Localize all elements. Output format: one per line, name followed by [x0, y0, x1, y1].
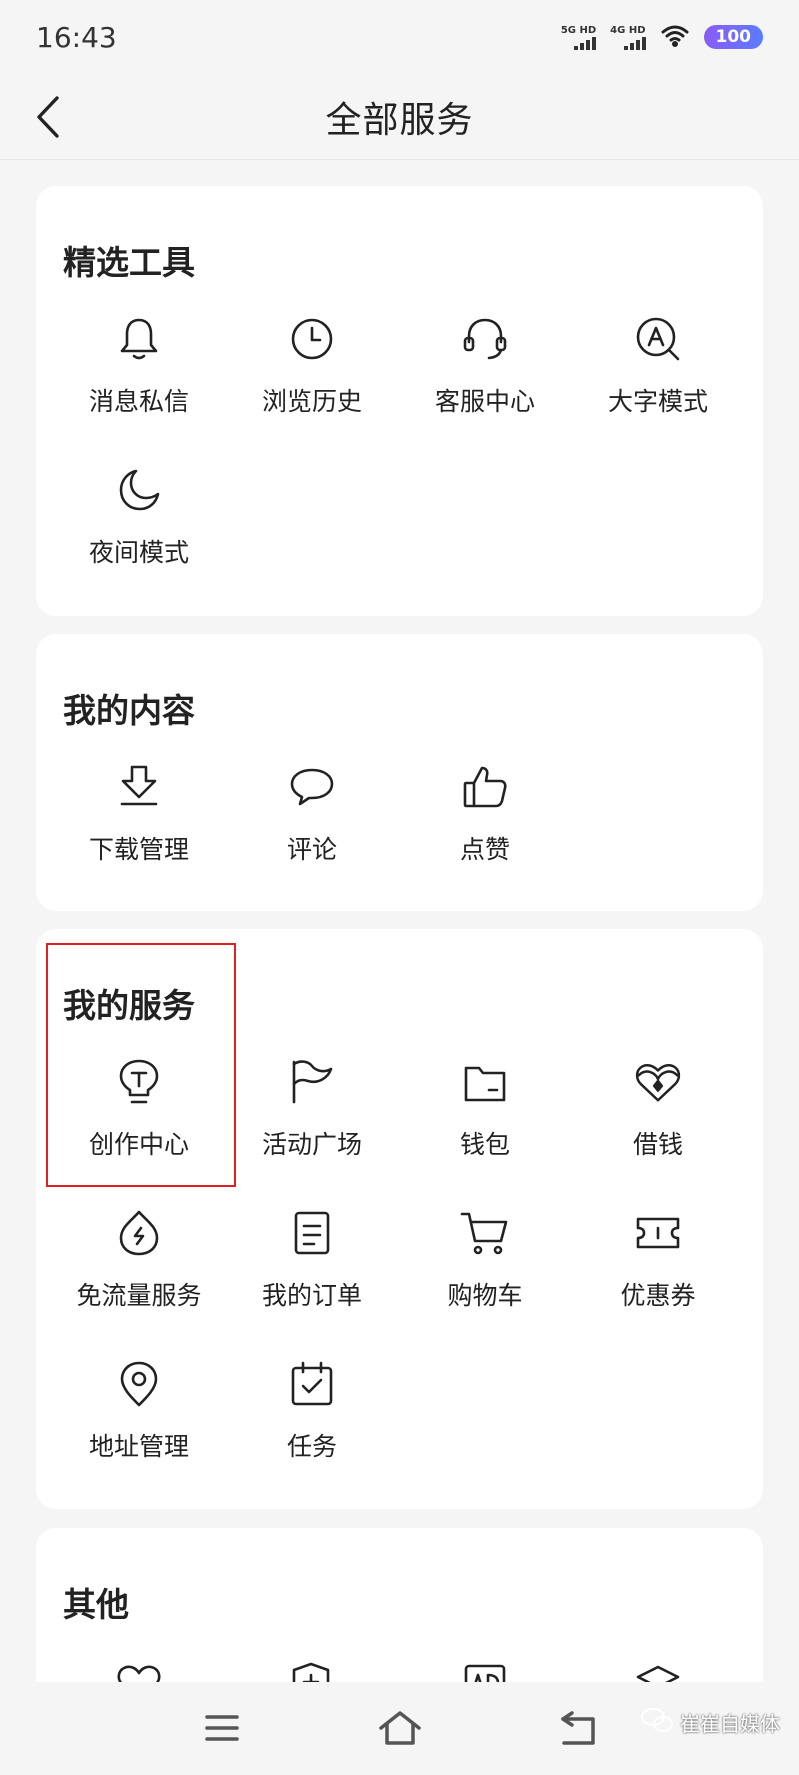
service-label: 地址管理	[88, 1432, 189, 1461]
service-item-history[interactable]: 浏览历史	[227, 314, 397, 434]
service-label: 活动广场	[261, 1130, 362, 1159]
wifi-icon	[660, 23, 690, 51]
content-card: 我的内容 下载管理 评论 点赞	[36, 634, 763, 911]
service-label: 购物车	[447, 1281, 523, 1310]
moon-icon	[114, 465, 164, 515]
service-label: 点赞	[459, 835, 510, 864]
menu-button[interactable]	[198, 1704, 246, 1752]
home-icon	[379, 1711, 421, 1745]
clock-icon	[287, 314, 337, 364]
service-label: 免流量服务	[76, 1281, 202, 1310]
coupon-icon	[633, 1208, 683, 1258]
tools-card: 精选工具 消息私信 浏览历史 客服中心 大字模式 夜间模式	[36, 186, 763, 616]
service-item-customer-service[interactable]: 客服中心	[400, 314, 570, 434]
service-item-activity-plaza[interactable]: 活动广场	[227, 1057, 397, 1177]
service-item-wallet[interactable]: 钱包	[400, 1057, 570, 1177]
service-item-large-font[interactable]: 大字模式	[573, 314, 743, 434]
wechat-icon	[640, 1706, 674, 1739]
highlight-box	[46, 943, 236, 1187]
back-button[interactable]	[28, 90, 68, 144]
loan-icon	[633, 1057, 683, 1107]
service-label: 我的订单	[261, 1281, 362, 1310]
service-item-likes[interactable]: 点赞	[400, 762, 570, 882]
wallet-icon	[460, 1057, 510, 1107]
service-label: 下载管理	[88, 835, 189, 864]
headset-icon	[460, 314, 510, 364]
service-item-night-mode[interactable]: 夜间模式	[54, 465, 224, 585]
service-label: 任务	[286, 1432, 337, 1461]
watermark: 崔崔自媒体	[640, 1706, 780, 1739]
signal-4g-icon: 4G HD	[610, 24, 646, 50]
section-title-tools: 精选工具	[63, 243, 195, 282]
location-icon	[114, 1359, 164, 1409]
service-item-coupons[interactable]: 优惠券	[573, 1208, 743, 1328]
page-title: 全部服务	[325, 99, 474, 141]
back-nav-button[interactable]	[554, 1704, 602, 1752]
service-item-tasks[interactable]: 任务	[227, 1359, 397, 1479]
comment-icon	[287, 762, 337, 812]
thumbs-up-icon	[460, 762, 510, 812]
signal-4g-label: 4G HD	[610, 24, 646, 36]
flag-icon	[287, 1057, 337, 1107]
chevron-left-icon	[37, 96, 59, 138]
service-label: 借钱	[632, 1130, 683, 1159]
service-label: 大字模式	[607, 387, 708, 416]
service-item-borrow-money[interactable]: 借钱	[573, 1057, 743, 1177]
service-item-comments[interactable]: 评论	[227, 762, 397, 882]
section-title-other: 其他	[63, 1585, 129, 1624]
download-icon	[114, 762, 164, 812]
status-bar: 16:43 5G HD 4G HD 100	[0, 0, 799, 74]
signal-5g-icon: 5G HD	[560, 24, 597, 50]
service-label: 浏览历史	[261, 387, 362, 416]
cart-icon	[460, 1208, 510, 1258]
section-title-content: 我的内容	[63, 691, 195, 730]
service-label: 客服中心	[434, 387, 535, 416]
service-label: 评论	[286, 835, 337, 864]
service-item-data-free[interactable]: 免流量服务	[54, 1208, 224, 1328]
order-icon	[287, 1208, 337, 1258]
service-item-downloads[interactable]: 下载管理	[54, 762, 224, 882]
service-item-shopping-cart[interactable]: 购物车	[400, 1208, 570, 1328]
service-item-my-orders[interactable]: 我的订单	[227, 1208, 397, 1328]
service-label: 消息私信	[88, 387, 189, 416]
service-label: 夜间模式	[88, 538, 189, 567]
status-time: 16:43	[36, 20, 117, 54]
service-label: 优惠券	[620, 1281, 696, 1310]
watermark-text: 崔崔自媒体	[680, 1712, 780, 1736]
status-icons: 5G HD 4G HD 100	[561, 23, 763, 51]
service-label: 钱包	[459, 1130, 510, 1159]
system-nav-bar: 崔崔自媒体	[0, 1682, 799, 1775]
bell-icon	[114, 314, 164, 364]
signal-5g-label: 5G HD	[560, 24, 597, 36]
nav-bar: 全部服务	[0, 74, 799, 160]
battery-indicator: 100	[703, 25, 763, 49]
home-button[interactable]	[376, 1704, 424, 1752]
data-free-icon	[114, 1208, 164, 1258]
task-icon	[287, 1359, 337, 1409]
menu-icon	[205, 1715, 239, 1741]
service-item-address[interactable]: 地址管理	[54, 1359, 224, 1479]
large-font-icon	[633, 314, 683, 364]
service-item-messages[interactable]: 消息私信	[54, 314, 224, 434]
return-icon	[561, 1711, 595, 1745]
